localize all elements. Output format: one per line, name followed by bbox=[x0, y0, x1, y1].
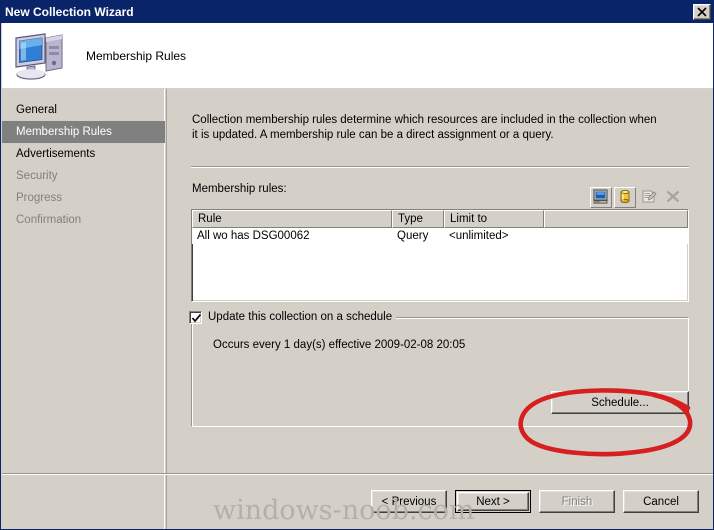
finish-button: Finish bbox=[539, 490, 615, 513]
delete-button bbox=[662, 187, 684, 208]
sidebar-item-membership-rules[interactable]: Membership Rules bbox=[2, 121, 165, 143]
cell-rule: All wo has DSG00062 bbox=[197, 230, 310, 242]
sidebar-item-advertisements[interactable]: Advertisements bbox=[2, 143, 164, 165]
sidebar-item-progress: Progress bbox=[2, 187, 164, 209]
computer-icon bbox=[12, 30, 72, 82]
sidebar-item-label: Membership Rules bbox=[16, 126, 112, 138]
sidebar-item-label: Advertisements bbox=[16, 148, 96, 160]
column-header-type[interactable]: Type bbox=[392, 210, 444, 228]
update-schedule-checkbox[interactable] bbox=[189, 310, 202, 324]
cancel-button-label: Cancel bbox=[643, 495, 679, 508]
properties-button bbox=[638, 187, 660, 208]
window-title: New Collection Wizard bbox=[5, 5, 134, 19]
cell-type: Query bbox=[397, 230, 429, 242]
sidebar-item-label: Confirmation bbox=[16, 214, 82, 226]
footer-divider bbox=[2, 473, 713, 475]
direct-rule-icon bbox=[593, 189, 609, 207]
sidebar-item-confirmation: Confirmation bbox=[2, 209, 164, 231]
delete-icon bbox=[665, 189, 681, 207]
properties-icon bbox=[641, 189, 657, 207]
main-panel: Collection membership rules determine wh… bbox=[167, 89, 713, 529]
wizard-steps-sidebar: General Membership Rules Advertisements … bbox=[2, 89, 165, 529]
query-rule-button[interactable] bbox=[614, 187, 636, 208]
section-divider bbox=[191, 166, 689, 168]
previous-button-label: < Previous bbox=[381, 495, 437, 508]
new-collection-wizard-window: New Collection Wizard Membership Rules G… bbox=[0, 0, 714, 530]
query-rule-icon bbox=[617, 189, 633, 207]
cancel-button[interactable]: Cancel bbox=[623, 490, 699, 513]
listview-rows: All wo has DSG00062 Query <unlimited> bbox=[192, 228, 688, 244]
close-button[interactable] bbox=[693, 4, 711, 20]
sidebar-list: General Membership Rules Advertisements … bbox=[2, 89, 165, 231]
sidebar-item-label: Security bbox=[16, 170, 58, 182]
page-title: Membership Rules bbox=[86, 48, 187, 63]
direct-rule-button[interactable] bbox=[590, 187, 612, 208]
column-header-rule[interactable]: Rule bbox=[192, 210, 392, 228]
wizard-header: Membership Rules bbox=[2, 23, 713, 89]
membership-rules-label: Membership rules: bbox=[192, 183, 287, 195]
schedule-button-label: Schedule... bbox=[591, 396, 649, 409]
wizard-body: General Membership Rules Advertisements … bbox=[2, 89, 713, 529]
sidebar-item-security: Security bbox=[2, 165, 164, 187]
finish-button-label: Finish bbox=[561, 495, 593, 508]
schedule-button[interactable]: Schedule... bbox=[551, 391, 689, 414]
next-button-inner: Next > bbox=[457, 492, 529, 511]
column-header-blank[interactable] bbox=[544, 210, 688, 228]
sidebar-item-general[interactable]: General bbox=[2, 99, 164, 121]
update-schedule-label: Update this collection on a schedule bbox=[208, 311, 393, 323]
schedule-occurrence-text: Occurs every 1 day(s) effective 2009-02-… bbox=[213, 339, 466, 351]
next-button[interactable]: Next > bbox=[455, 490, 531, 513]
table-row[interactable]: All wo has DSG00062 Query <unlimited> bbox=[192, 228, 688, 244]
cell-limit-to: <unlimited> bbox=[449, 230, 509, 242]
intro-description: Collection membership rules determine wh… bbox=[192, 114, 657, 141]
sidebar-item-label: Progress bbox=[16, 192, 63, 204]
membership-rules-listview[interactable]: Rule Type Limit to All wo has DSG00062 Q… bbox=[191, 209, 689, 302]
membership-rules-toolbar bbox=[590, 187, 684, 208]
update-schedule-checkbox-row[interactable]: Update this collection on a schedule bbox=[189, 310, 397, 324]
title-bar[interactable]: New Collection Wizard bbox=[1, 1, 713, 23]
previous-button[interactable]: < Previous bbox=[371, 490, 447, 513]
listview-header: Rule Type Limit to bbox=[192, 210, 688, 228]
next-button-label: Next > bbox=[476, 495, 510, 508]
column-header-limit-to[interactable]: Limit to bbox=[444, 210, 544, 228]
sidebar-item-label: General bbox=[16, 104, 57, 116]
footer-button-bar: < Previous Next > Finish Cancel bbox=[371, 490, 699, 513]
